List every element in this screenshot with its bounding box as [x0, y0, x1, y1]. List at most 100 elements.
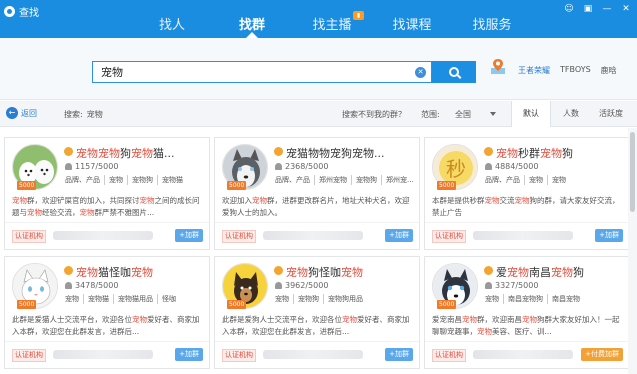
keyword-highlight: 宠物 [98, 147, 120, 160]
keyword-highlight: 宠物 [341, 266, 363, 279]
tab-find-service[interactable]: 找服务 [452, 14, 532, 38]
join-group-button[interactable]: +加群 [595, 229, 623, 242]
group-tag[interactable]: 郑州宠物 [319, 175, 352, 185]
keyword-highlight: 宠物 [522, 315, 537, 324]
blurred-org-name [473, 231, 573, 240]
sort-tab-members[interactable]: 人数 [551, 101, 591, 127]
tab-find-course[interactable]: 找课程 [372, 14, 452, 38]
group-name[interactable]: 爱宠物南昌宠物狗 [496, 264, 626, 280]
back-button[interactable]: ← 返回 [6, 107, 37, 119]
keyword-highlight: 宠物 [76, 266, 98, 279]
group-name[interactable]: 宠物狗怪咖宠物 [286, 264, 416, 280]
person-icon [485, 282, 492, 289]
group-card[interactable]: 秒 5000 宠物秒群宠物狗 4884/5000 品牌、产品 宠物 宠物 本群是提供秒群宠物交… [424, 137, 630, 250]
title-bar: 查找 找人 找群 找主播 ▮ 找课程 找服务 ☺ ▣ — ✕ [0, 0, 637, 38]
group-card[interactable]: 5000 宠物猫怪咖宠物 3478/5000 宠物 宠物猫 宠物猫用品 怪咖 此群是爱猫人士交… [4, 256, 210, 369]
group-tag[interactable]: 品牌、产品 [65, 175, 105, 185]
group-avatar-wrap[interactable]: 5000 [432, 263, 478, 309]
group-card[interactable]: 5000 宠猫物物宠狗宠物... 2368/5000 品牌、产品 郑州宠物 宠物狗 郑州宠.… [214, 137, 420, 250]
keyword-highlight: 宠物 [507, 266, 529, 279]
skin-icon[interactable]: ☺ [564, 4, 574, 14]
group-tag[interactable]: 南昌宠物 [552, 294, 584, 304]
group-tag[interactable]: 郑州宠... [386, 175, 417, 185]
group-name[interactable]: 宠物猫怪咖宠物 [76, 264, 206, 280]
member-count-value: 2368/5000 [285, 162, 329, 171]
group-tag[interactable]: 宠物猫 [162, 175, 187, 185]
app-brand: 查找 [4, 4, 39, 19]
group-avatar-wrap[interactable]: 5000 [222, 263, 268, 309]
group-tags: 品牌、产品 宠物 宠物 [485, 175, 627, 185]
member-count-value: 3478/5000 [75, 281, 119, 290]
search-input[interactable] [93, 62, 393, 82]
group-card[interactable]: 5000 宠物宠物狗宠物猫... 1157/5000 品牌、产品 宠物 宠物狗 宠物猫 宠物群… [4, 137, 210, 250]
group-tag[interactable]: 宠物 [552, 175, 570, 185]
group-tag[interactable]: 宠物狗 [356, 175, 382, 185]
keyword-highlight: 宠物 [12, 196, 27, 205]
group-tag[interactable]: 宠物 [485, 294, 504, 304]
group-card[interactable]: 5000 宠物狗怪咖宠物 3962/5000 宠物 宠物狗 宠物狗用品 此群是爱狗人士交流平… [214, 256, 420, 369]
join-group-button[interactable]: +加群 [385, 348, 413, 361]
minimize-icon[interactable]: — [602, 4, 612, 14]
location-pin-icon[interactable] [490, 58, 506, 76]
tab-find-people[interactable]: 找人 [132, 14, 212, 38]
hot-keyword[interactable]: TFBOYS [560, 65, 591, 76]
search-button[interactable] [432, 61, 476, 83]
tab-find-streamer[interactable]: 找主播 ▮ [292, 11, 372, 38]
search-prefix: 搜索: [64, 110, 83, 119]
person-icon [275, 163, 282, 170]
group-avatar-wrap[interactable]: 5000 [12, 263, 58, 309]
keyword-highlight: 宠物 [551, 266, 573, 279]
member-count-value: 3327/5000 [495, 281, 539, 290]
group-tag[interactable]: 宠物猫 [88, 294, 114, 304]
group-tag[interactable]: 宠物 [65, 294, 84, 304]
group-tag[interactable]: 宠物狗 [298, 294, 324, 304]
keyword-highlight: 宠物 [79, 208, 95, 217]
certified-org-badge: 认证机构 [222, 230, 256, 243]
verified-icon [274, 266, 283, 275]
group-tag[interactable]: 品牌、产品 [485, 175, 525, 185]
join-group-button[interactable]: +加群 [385, 229, 413, 242]
group-tag[interactable]: 宠物 [529, 175, 548, 185]
group-tag[interactable]: 宠物猫用品 [118, 294, 158, 304]
keyword-highlight: 宠物 [496, 147, 518, 160]
blurred-org-name [53, 231, 153, 240]
not-found-link[interactable]: 搜索不到我的群？ [342, 109, 406, 120]
join-group-button[interactable]: +加群 [175, 229, 203, 242]
capacity-badge: 5000 [17, 181, 37, 190]
capacity-badge: 5000 [227, 181, 247, 190]
close-icon[interactable]: ✕ [621, 4, 631, 14]
group-tag[interactable]: 品牌、产品 [275, 175, 315, 185]
window-controls: ☺ ▣ — ✕ [564, 4, 631, 14]
member-count: 3327/5000 [485, 281, 538, 290]
keyword-highlight: 宠物 [540, 147, 562, 160]
hot-keyword[interactable]: 鹿晗 [601, 65, 617, 76]
settings-icon[interactable]: ▣ [583, 4, 593, 14]
tab-find-groups[interactable]: 找群 [212, 14, 292, 38]
join-group-button[interactable]: +加群 [175, 348, 203, 361]
group-name[interactable]: 宠物秒群宠物狗 [496, 145, 626, 161]
group-tag[interactable]: 宠物狗用品 [328, 294, 367, 304]
group-name[interactable]: 宠猫物物宠狗宠物... [286, 145, 416, 161]
group-avatar-wrap[interactable]: 秒 5000 [432, 144, 478, 190]
join-group-button[interactable]: +付费加群 [581, 348, 623, 361]
results-scrollbar[interactable] [628, 128, 637, 374]
group-tag[interactable]: 怪咖 [162, 294, 180, 304]
member-count-value: 3962/5000 [285, 281, 329, 290]
member-count: 2368/5000 [275, 162, 328, 171]
clear-icon[interactable]: ✕ [415, 67, 426, 78]
group-avatar-wrap[interactable]: 5000 [12, 144, 58, 190]
hot-keyword[interactable]: 王者荣耀 [518, 65, 550, 76]
group-tag[interactable]: 宠物狗 [132, 175, 158, 185]
group-tag[interactable]: 南昌宠物狗 [508, 294, 548, 304]
sort-tab-activity[interactable]: 活跃度 [591, 101, 631, 127]
chevron-down-icon[interactable] [490, 112, 496, 116]
sort-tab-default[interactable]: 默认 [511, 101, 551, 127]
group-card[interactable]: 5000 爱宠物南昌宠物狗 3327/5000 宠物 南昌宠物狗 南昌宠物 爱宠南昌宠物群，… [424, 256, 630, 369]
group-name[interactable]: 宠物宠物狗宠物猫... [76, 145, 206, 161]
group-tag[interactable]: 宠物 [109, 175, 128, 185]
back-arrow-icon: ← [6, 107, 18, 119]
range-select[interactable]: 全国 [455, 109, 471, 120]
group-tag[interactable]: 宠物 [275, 294, 294, 304]
scrollbar-thumb[interactable] [630, 132, 635, 212]
group-avatar-wrap[interactable]: 5000 [222, 144, 268, 190]
